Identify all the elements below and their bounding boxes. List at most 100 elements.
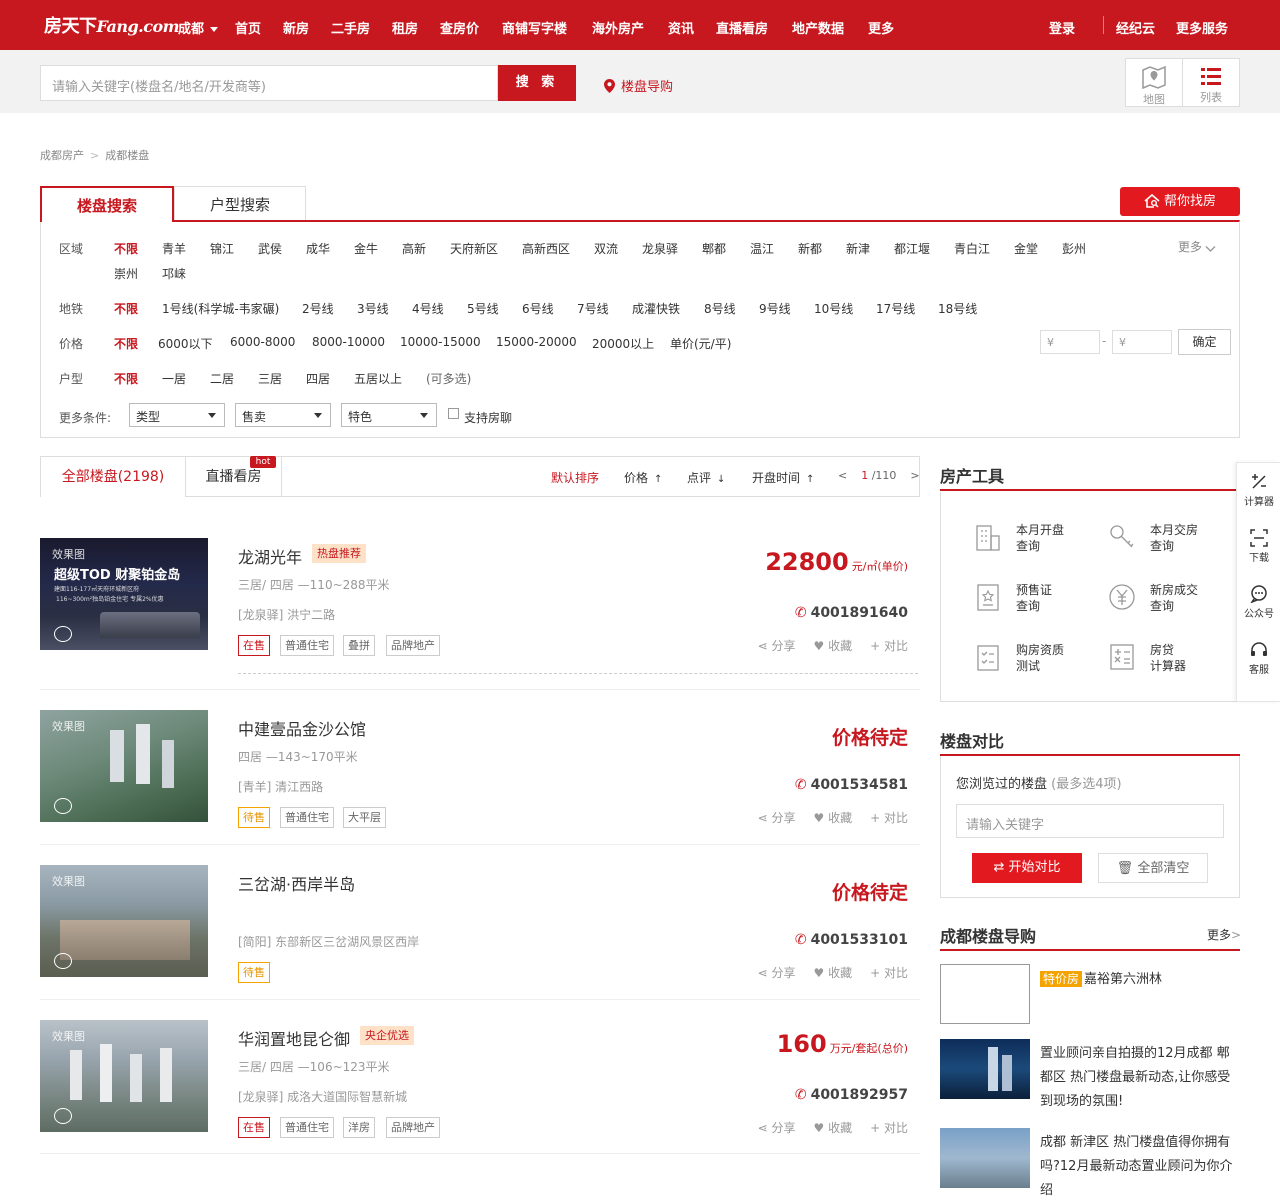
- region-option[interactable]: 高新西区: [522, 240, 570, 257]
- guide-thumbnail[interactable]: [940, 1039, 1030, 1099]
- listing-image[interactable]: 效果图: [40, 710, 208, 822]
- listing-name[interactable]: 三岔湖·西岸半岛: [238, 871, 355, 895]
- city-selector[interactable]: 成都: [178, 18, 219, 37]
- layout-option[interactable]: 二居: [210, 370, 234, 387]
- listing-layout[interactable]: 三居/ 四居 —110~288平米: [238, 576, 390, 593]
- compare-search-input[interactable]: 请输入关键字: [956, 804, 1224, 838]
- tool-opening-this-month[interactable]: 本月开盘 查询: [976, 522, 1064, 554]
- breadcrumb-item[interactable]: 成都楼盘: [105, 149, 149, 162]
- listing-image[interactable]: 效果图: [40, 1020, 208, 1132]
- listing-image[interactable]: 效果图 超级TOD 财聚铂金岛 建面116-177㎡天府环城新区府 116~30…: [40, 538, 208, 650]
- float-customer-service[interactable]: 客服: [1237, 641, 1280, 676]
- tool-presale-permit[interactable]: 预售证 查询: [977, 582, 1052, 614]
- metro-option[interactable]: 成灌快铁: [632, 300, 680, 317]
- price-unit-toggle[interactable]: 单价(元/平): [670, 335, 731, 352]
- price-confirm-button[interactable]: 确定: [1178, 329, 1231, 355]
- more-regions-toggle[interactable]: 更多: [1178, 238, 1216, 255]
- listing-phone[interactable]: ✆ 4001534581: [795, 777, 908, 793]
- guide-item[interactable]: 成都 新津区 热门楼盘值得你拥有吗?12月最新动态置业顾问为你介绍: [1040, 1131, 1235, 1203]
- search-input[interactable]: 请输入关键字(楼盘名/地名/开发商等): [40, 65, 498, 101]
- guide-link[interactable]: 楼盘导购: [604, 76, 673, 95]
- listing-address[interactable]: [龙泉驿] 洪宁二路: [238, 606, 335, 623]
- metro-option[interactable]: 8号线: [704, 300, 736, 317]
- nav-new-house[interactable]: 新房: [283, 18, 309, 37]
- listing-address[interactable]: [青羊] 清江西路: [238, 778, 323, 795]
- region-option[interactable]: 不限: [114, 240, 138, 257]
- listing-address[interactable]: [简阳] 东部新区三岔湖风景区西岸: [238, 933, 419, 950]
- chat-support-checkbox[interactable]: [448, 408, 459, 419]
- listing-name[interactable]: 龙湖光年: [238, 544, 302, 568]
- list-view-button[interactable]: 列表: [1182, 58, 1240, 107]
- metro-option[interactable]: 17号线: [876, 300, 915, 317]
- region-option[interactable]: 新津: [846, 240, 870, 257]
- region-option[interactable]: 金牛: [354, 240, 378, 257]
- favorite-button[interactable]: ♥ 收藏: [814, 639, 853, 653]
- price-option[interactable]: 20000以上: [592, 335, 654, 352]
- price-option[interactable]: 10000-15000: [400, 335, 481, 349]
- nav-more[interactable]: 更多: [868, 18, 894, 37]
- metro-option[interactable]: 6号线: [522, 300, 554, 317]
- region-option[interactable]: 温江: [750, 240, 774, 257]
- chat-icon[interactable]: [54, 1108, 72, 1124]
- price-min-input[interactable]: ¥: [1040, 330, 1100, 354]
- chat-icon[interactable]: [54, 798, 72, 814]
- layout-option[interactable]: 不限: [114, 370, 138, 387]
- chat-icon[interactable]: [54, 626, 72, 642]
- listing-phone[interactable]: ✆ 4001533101: [795, 932, 908, 948]
- compare-button[interactable]: + 对比: [870, 966, 908, 980]
- float-download[interactable]: 下载: [1237, 529, 1280, 564]
- more-services-link[interactable]: 更多服务: [1176, 18, 1228, 37]
- region-option[interactable]: 邛崃: [162, 265, 186, 282]
- compare-button[interactable]: + 对比: [870, 639, 908, 653]
- region-option[interactable]: 都江堰: [894, 240, 930, 257]
- price-option[interactable]: 15000-20000: [496, 335, 577, 349]
- region-option[interactable]: 高新: [402, 240, 426, 257]
- listing-name[interactable]: 中建壹品金沙公馆: [238, 716, 366, 740]
- favorite-button[interactable]: ♥ 收藏: [814, 1121, 853, 1135]
- layout-option[interactable]: 五居以上: [354, 370, 402, 387]
- guide-item[interactable]: 置业顾问亲自拍摄的12月成都 郫都区 热门楼盘最新动态,让你感受到现场的氛围!: [1040, 1042, 1235, 1114]
- map-view-button[interactable]: 地图: [1125, 58, 1183, 107]
- start-compare-button[interactable]: ⇄ 开始对比: [972, 853, 1082, 883]
- layout-option[interactable]: 四居: [306, 370, 330, 387]
- site-logo[interactable]: 房天下Fang.com: [44, 12, 180, 38]
- region-option[interactable]: 彭州: [1062, 240, 1086, 257]
- region-option[interactable]: 武侯: [258, 240, 282, 257]
- tab-building-search[interactable]: 楼盘搜索: [40, 186, 174, 222]
- region-option[interactable]: 新都: [798, 240, 822, 257]
- metro-option[interactable]: 2号线: [302, 300, 334, 317]
- region-option[interactable]: 崇州: [114, 265, 138, 282]
- metro-option[interactable]: 不限: [114, 300, 138, 317]
- login-link[interactable]: 登录: [1049, 18, 1075, 37]
- nav-live[interactable]: 直播看房: [716, 18, 768, 37]
- guide-more-link[interactable]: 更多>: [1207, 926, 1241, 943]
- metro-option[interactable]: 10号线: [814, 300, 853, 317]
- feature-select[interactable]: 特色: [341, 403, 437, 427]
- guide-item[interactable]: 特价房 嘉裕第六洲林: [1040, 967, 1235, 992]
- price-option[interactable]: 6000以下: [158, 335, 213, 352]
- listing-address[interactable]: [龙泉驿] 成洛大道国际智慧新城: [238, 1088, 407, 1105]
- tool-new-deals[interactable]: 新房成交 查询: [1109, 582, 1198, 614]
- metro-option[interactable]: 7号线: [577, 300, 609, 317]
- price-option[interactable]: 8000-10000: [312, 335, 385, 349]
- listing-layout[interactable]: 四居 —143~170平米: [238, 748, 358, 765]
- prev-page-button[interactable]: <: [838, 469, 847, 482]
- metro-option[interactable]: 4号线: [412, 300, 444, 317]
- listing-layout[interactable]: 三居/ 四居 —106~123平米: [238, 1058, 390, 1075]
- layout-option[interactable]: 一居: [162, 370, 186, 387]
- share-button[interactable]: ⋖ 分享: [758, 966, 796, 980]
- share-button[interactable]: ⋖ 分享: [758, 639, 796, 653]
- price-option[interactable]: 不限: [114, 335, 138, 352]
- price-option[interactable]: 6000-8000: [230, 335, 295, 349]
- region-option[interactable]: 龙泉驿: [642, 240, 678, 257]
- region-option[interactable]: 双流: [594, 240, 618, 257]
- region-option[interactable]: 郫都: [702, 240, 726, 257]
- compare-button[interactable]: + 对比: [870, 811, 908, 825]
- metro-option[interactable]: 5号线: [467, 300, 499, 317]
- metro-option[interactable]: 9号线: [759, 300, 791, 317]
- type-select[interactable]: 类型: [129, 403, 225, 427]
- sort-default[interactable]: 默认排序: [551, 469, 599, 486]
- tab-layout-search[interactable]: 户型搜索: [174, 186, 306, 222]
- region-option[interactable]: 天府新区: [450, 240, 498, 257]
- broker-cloud-link[interactable]: 经纪云: [1116, 18, 1155, 37]
